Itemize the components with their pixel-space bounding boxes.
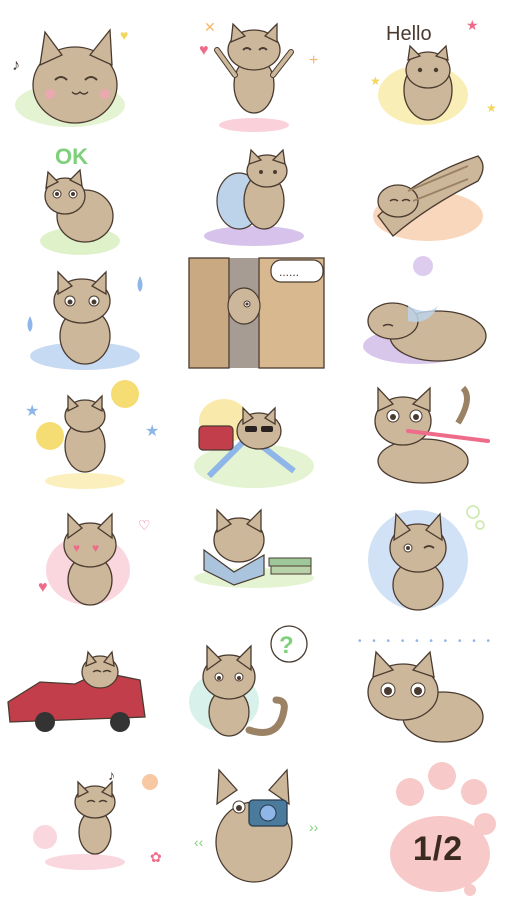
svg-text:♥: ♥ <box>120 27 128 43</box>
ok-text: OK <box>55 144 88 169</box>
hello-text: Hello <box>386 23 432 45</box>
svg-text:✕: ✕ <box>204 19 216 35</box>
svg-text:• • • • • • • • • •: • • • • • • • • • • <box>358 636 494 647</box>
sticker-love-cat[interactable]: ♥ ♥ ♥ ♡ <box>0 500 169 628</box>
svg-text:★: ★ <box>370 74 381 88</box>
sticker-beach-cat[interactable] <box>169 376 338 504</box>
svg-text:+: + <box>309 52 318 69</box>
svg-text:››: ›› <box>309 819 319 835</box>
sticker-wink-cat[interactable] <box>338 500 507 628</box>
sticker-pillow-cat[interactable] <box>169 136 338 264</box>
sticker-sleeping-cat[interactable] <box>338 256 507 384</box>
sticker-crying-cat[interactable] <box>0 256 169 384</box>
speech-text: ...... <box>279 265 299 279</box>
svg-text:✿: ✿ <box>150 849 162 865</box>
svg-text:♥: ♥ <box>73 541 80 555</box>
sticker-peeking-cat[interactable]: ...... <box>169 256 338 384</box>
sticker-stretching-cat[interactable] <box>338 136 507 264</box>
svg-text:‹‹: ‹‹ <box>194 834 204 850</box>
svg-text:♪: ♪ <box>12 57 20 74</box>
sticker-cheer-cat[interactable]: ★ ★ <box>0 376 169 504</box>
svg-text:♪: ♪ <box>108 767 115 783</box>
svg-text:♥: ♥ <box>199 42 209 59</box>
sticker-happy-cat[interactable]: ♪ ♥ <box>0 10 169 138</box>
sticker-reading-cat[interactable] <box>169 500 338 628</box>
sticker-staring-cat[interactable]: • • • • • • • • • • <box>338 622 507 750</box>
svg-text:♡: ♡ <box>138 517 151 533</box>
sticker-music-cat[interactable]: ♪ ✿ <box>0 762 169 890</box>
svg-text:♥: ♥ <box>92 541 99 555</box>
svg-text:♥: ♥ <box>38 579 48 596</box>
sticker-hello-cat[interactable]: Hello ★ ★ ★ <box>338 10 507 138</box>
sticker-dancing-cat[interactable]: ♥ ✕ + <box>169 10 338 138</box>
page-number: 1/2 <box>412 830 464 868</box>
svg-text:★: ★ <box>145 423 159 440</box>
sticker-grid: ♪ ♥ ♥ ✕ + Hello ★ ★ ★ OK ...... ★ ★ ♥ ♥ … <box>0 0 507 900</box>
page-indicator: 1/2 <box>380 762 500 897</box>
sticker-toy-cat[interactable] <box>338 376 507 504</box>
sticker-car-cat[interactable] <box>0 622 169 750</box>
svg-text:★: ★ <box>486 101 497 115</box>
question-mark-text: ? <box>279 632 294 659</box>
sticker-ok-cat[interactable]: OK <box>0 136 169 264</box>
svg-text:★: ★ <box>25 403 39 420</box>
svg-text:★: ★ <box>466 17 479 33</box>
sticker-question-cat[interactable]: ? <box>169 622 338 750</box>
sticker-camera-cat[interactable]: ‹‹ ›› <box>169 762 338 890</box>
